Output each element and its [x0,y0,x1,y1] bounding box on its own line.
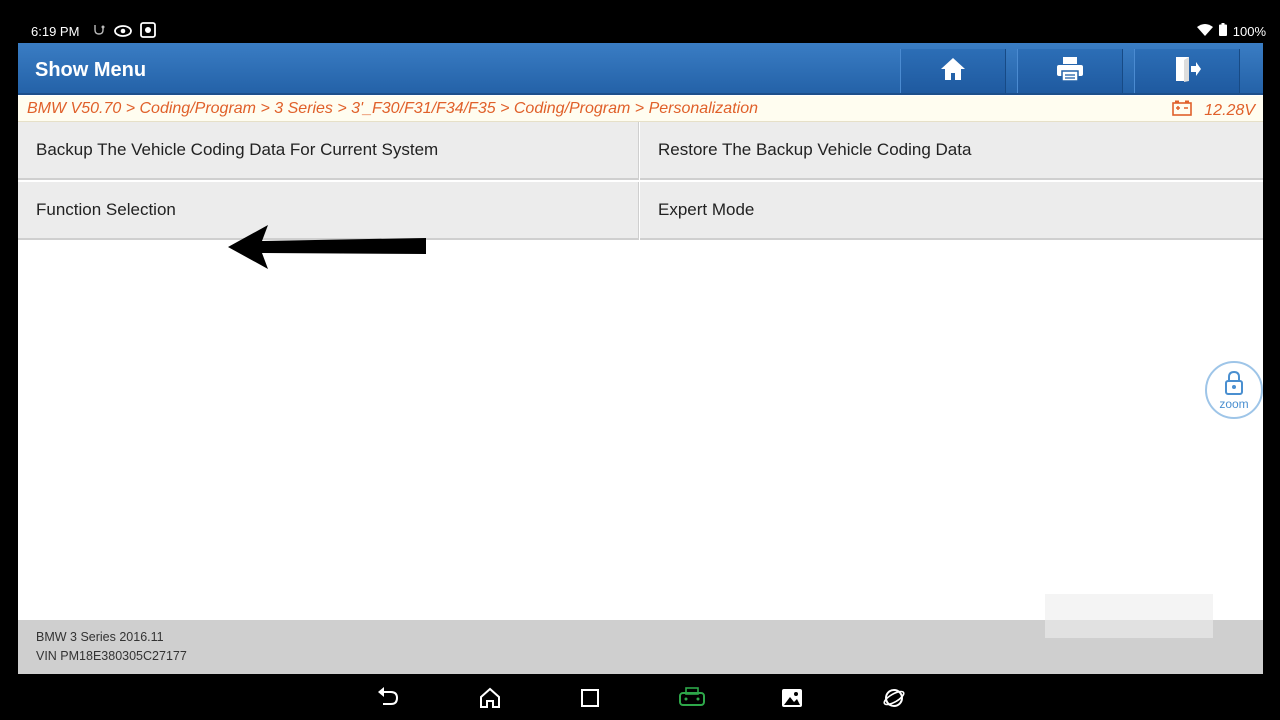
print-icon [1056,56,1084,87]
home-icon [940,56,966,87]
menu-item-label: Restore The Backup Vehicle Coding Data [658,140,972,159]
usb-debug-icon [92,23,106,42]
vehicle-info: BMW 3 Series 2016.11 [36,630,164,644]
exit-icon [1173,55,1201,88]
zoom-button[interactable]: zoom [1205,361,1263,419]
wifi-icon [1196,23,1213,39]
back-icon[interactable] [376,686,400,710]
home-button[interactable] [900,49,1006,93]
menu-item-expert-mode[interactable]: Expert Mode [640,182,1263,240]
menu-item-label: Function Selection [36,200,176,219]
browser-icon[interactable] [882,686,906,710]
menu-item-label: Backup The Vehicle Coding Data For Curre… [36,140,439,159]
exit-button[interactable] [1134,49,1240,93]
zoom-label: zoom [1219,397,1249,411]
lock-icon [1224,370,1244,398]
breadcrumb: BMW V50.70 > Coding/Program > 3 Series >… [27,100,758,117]
navigation-bar [0,674,1280,720]
status-bar: 6:19 PM 100% [0,0,1280,43]
menu-item-backup-coding[interactable]: Backup The Vehicle Coding Data For Curre… [18,122,639,180]
eye-icon [114,24,132,42]
page-title: Show Menu [35,59,147,81]
print-button[interactable] [1017,49,1123,93]
screen-record-icon [140,22,156,43]
menu-item-label: Expert Mode [658,200,755,219]
footer-bar: BMW 3 Series 2016.11 VIN PM18E380305C271… [18,594,1263,674]
home-icon[interactable] [478,686,502,710]
battery-icon [1218,23,1227,39]
battery-percent: 100% [1232,23,1266,39]
voltage-indicator: 12.28V [1172,100,1255,121]
vin-info: VIN PM18E380305C27177 [36,649,187,663]
recents-icon[interactable] [578,686,602,710]
gallery-icon[interactable] [780,686,804,710]
voltage-value: 12.28V [1204,101,1255,119]
menu-item-restore-coding[interactable]: Restore The Backup Vehicle Coding Data [640,122,1263,180]
app-window: Show Menu BMW V50.70 > Coding/Program > … [18,43,1263,674]
car-battery-icon [1172,100,1193,121]
status-time: 6:19 PM [31,24,80,39]
menu-item-function-selection[interactable]: Function Selection [18,182,639,240]
vci-icon[interactable] [678,686,706,710]
header-bar: Show Menu [18,43,1263,95]
breadcrumb-bar: BMW V50.70 > Coding/Program > 3 Series >… [18,96,1263,122]
faded-overlay [1045,594,1213,638]
